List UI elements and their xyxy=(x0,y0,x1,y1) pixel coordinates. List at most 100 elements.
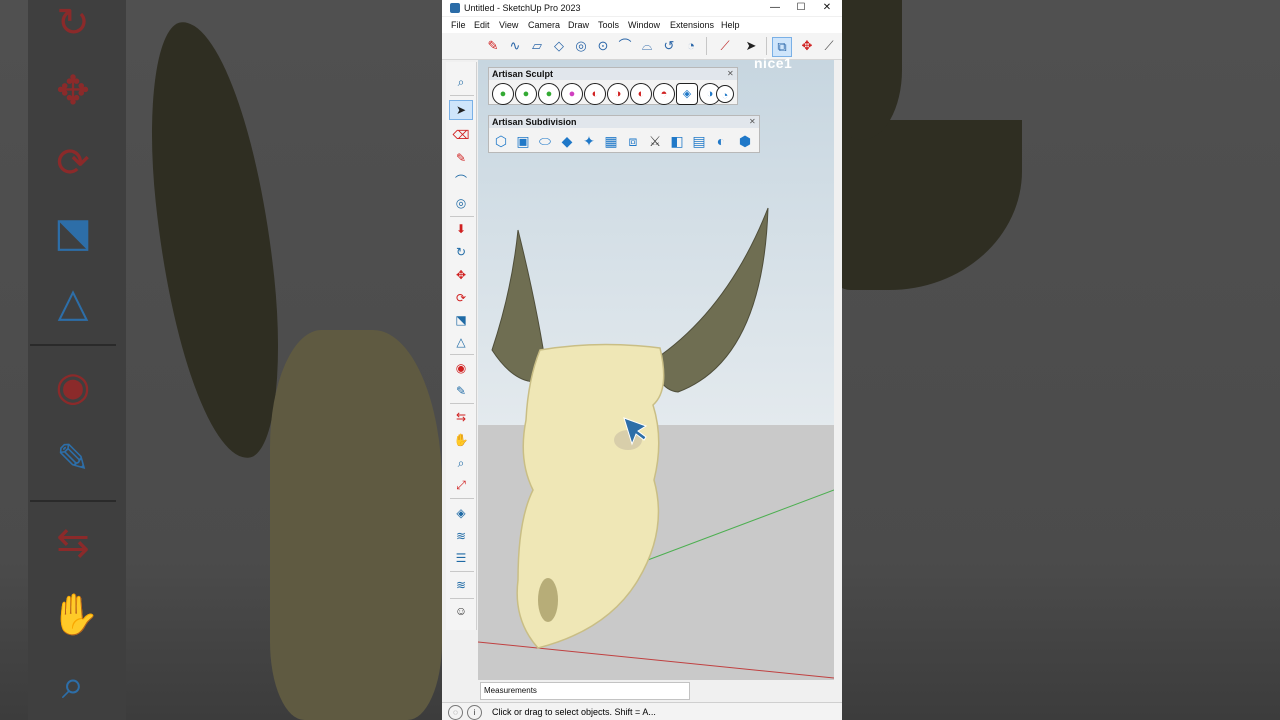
select-icon[interactable]: ➤ xyxy=(449,100,473,120)
extension-warehouse-icon[interactable]: ≋ xyxy=(450,527,472,545)
follow-me-icon[interactable]: ↻ xyxy=(450,243,472,261)
horn-right xyxy=(653,207,769,393)
subdivide-icon[interactable]: ⬡ xyxy=(491,131,511,151)
circle-icon[interactable]: ◎ xyxy=(572,37,590,55)
pie-icon[interactable]: ◔ xyxy=(682,37,700,55)
paint-bucket-icon[interactable]: ✎ xyxy=(450,382,472,400)
info-icon[interactable]: i xyxy=(467,705,482,720)
bg-horn-left xyxy=(137,15,293,465)
freehand-icon[interactable]: ∿ xyxy=(506,37,524,55)
nasal-cavity xyxy=(538,578,558,622)
toolbar-separator xyxy=(766,37,767,55)
sculpt-select-icon[interactable]: ◈ xyxy=(676,83,698,105)
measurements-box[interactable]: Measurements xyxy=(480,682,690,700)
menu-edit[interactable]: Edit xyxy=(474,17,490,33)
artisan-subdivision-title: Artisan Subdivision xyxy=(489,116,759,128)
subdivision-settings-icon[interactable]: ⬢ xyxy=(735,131,755,151)
rectangle-icon[interactable]: ▱ xyxy=(528,37,546,55)
grid-icon[interactable]: ⧈ xyxy=(623,131,643,151)
bg-scale-icon: ⬔ xyxy=(54,211,92,255)
knife-subdivide-icon[interactable]: ✦ xyxy=(579,131,599,151)
menu-extensions[interactable]: Extensions xyxy=(670,17,714,33)
select-tool-icon[interactable]: ➤ xyxy=(742,37,760,55)
warehouse-icon[interactable]: ◈ xyxy=(450,504,472,522)
line-icon[interactable]: ✎ xyxy=(450,149,472,167)
zoom-extents-icon[interactable]: ⤢ xyxy=(450,476,472,494)
sculpt-pinch-icon[interactable]: ● xyxy=(561,83,583,105)
extension-manager-icon[interactable]: ≋ xyxy=(450,576,472,594)
tape-measure-tool-icon[interactable]: ◉ xyxy=(450,359,472,377)
two-point-arc-icon[interactable]: ⌓ xyxy=(638,37,656,55)
menu-help[interactable]: Help xyxy=(721,17,740,33)
menu-draw[interactable]: Draw xyxy=(568,17,589,33)
menu-file[interactable]: File xyxy=(451,17,466,33)
geolocation-icon[interactable]: ◌ xyxy=(448,705,463,720)
sculpt-smooth-icon[interactable]: ● xyxy=(538,83,560,105)
toolbar-separator xyxy=(450,216,474,217)
artisan-sculpt-close-icon[interactable]: ✕ xyxy=(727,68,734,80)
three-point-arc-icon[interactable]: ↺ xyxy=(660,37,678,55)
pencil-icon[interactable]: ✎ xyxy=(484,37,502,55)
component-icon[interactable]: ⧉ xyxy=(772,37,792,57)
close-button[interactable]: ✕ xyxy=(814,0,840,16)
minimize-button[interactable]: — xyxy=(762,0,788,16)
orbit-icon[interactable]: ⇆ xyxy=(450,408,472,426)
pan-icon[interactable]: ✋ xyxy=(450,431,472,449)
scale-icon[interactable]: ⬔ xyxy=(450,311,472,329)
background-left: ↻ ✥ ⟳ ⬔ △ ◉ ✎ ⇆ ✋ ⌕ xyxy=(0,0,442,720)
rotated-rectangle-icon[interactable]: ◇ xyxy=(550,37,568,55)
toolbar-separator xyxy=(450,354,474,355)
tape-measure-icon[interactable]: ⟋ xyxy=(820,37,838,55)
bg-zoom-icon: ⌕ xyxy=(61,663,85,707)
move-tool-icon[interactable]: ✥ xyxy=(450,266,472,284)
menu-camera[interactable]: Camera xyxy=(528,17,560,33)
shape-tool-icon[interactable]: ◎ xyxy=(450,194,472,212)
rotate-icon[interactable]: ⟳ xyxy=(450,289,472,307)
curve-tool-icon[interactable]: ⟋ xyxy=(716,37,734,55)
extrude-icon[interactable]: ◧ xyxy=(667,131,687,151)
artisan-subdivision-close-icon[interactable]: ✕ xyxy=(749,116,756,128)
toolbar-separator xyxy=(450,95,474,96)
sculpt-subtract-icon[interactable]: ● xyxy=(515,83,537,105)
eraser-icon[interactable]: ⌫ xyxy=(450,126,472,144)
sketchup-window: Untitled - SketchUp Pro 2023 — ☐ ✕ File … xyxy=(442,0,842,720)
polygon-icon[interactable]: ⊙ xyxy=(594,37,612,55)
subdivide-cube-icon[interactable]: ▣ xyxy=(513,131,533,151)
mirror-icon[interactable]: ◐ xyxy=(711,131,731,151)
layers-icon[interactable]: ☰ xyxy=(450,549,472,567)
sculpt-relax-icon[interactable]: ◐ xyxy=(630,83,652,105)
account-icon[interactable]: ☺ xyxy=(450,602,472,620)
sculpt-flatten-icon[interactable]: ◐ xyxy=(584,83,606,105)
toolbar-separator xyxy=(706,37,707,55)
sculpt-inflate-icon[interactable]: ◑ xyxy=(607,83,629,105)
subdivide-smooth-icon[interactable]: ⬭ xyxy=(535,131,555,151)
select-loop-icon[interactable]: ▤ xyxy=(689,131,709,151)
menu-window[interactable]: Window xyxy=(628,17,660,33)
search-icon[interactable]: ⌕ xyxy=(450,73,472,91)
toolbar-separator xyxy=(450,598,474,599)
arc-icon[interactable]: ⌒ xyxy=(616,37,634,55)
sculpt-add-icon[interactable]: ● xyxy=(492,83,514,105)
bg-move-icon: ✥ xyxy=(56,69,90,113)
push-pull-icon[interactable]: ⬇ xyxy=(450,220,472,238)
window-title: Untitled - SketchUp Pro 2023 xyxy=(464,3,581,13)
artisan-sculpt-title: Artisan Sculpt xyxy=(489,68,737,80)
arc-tool-icon[interactable]: ⌒ xyxy=(450,172,472,190)
maximize-button[interactable]: ☐ xyxy=(788,0,814,16)
quad-icon[interactable]: ▦ xyxy=(601,131,621,151)
knife-icon[interactable]: ⚔ xyxy=(645,131,665,151)
sculpt-settings-icon[interactable]: ◔ xyxy=(716,85,734,103)
offset-icon[interactable]: △ xyxy=(450,333,472,351)
move-icon[interactable]: ✥ xyxy=(798,37,816,55)
bg-rotate-icon: ⟳ xyxy=(56,141,90,185)
background-right xyxy=(842,0,1280,720)
toolbar-separator xyxy=(450,498,474,499)
model-viewport[interactable] xyxy=(478,60,834,680)
menu-view[interactable]: View xyxy=(499,17,518,33)
bg-skull-left xyxy=(270,330,442,720)
zoom-icon[interactable]: ⌕ xyxy=(450,454,472,472)
crease-icon[interactable]: ◆ xyxy=(557,131,577,151)
menu-tools[interactable]: Tools xyxy=(598,17,619,33)
sculpt-tube-icon[interactable]: ◓ xyxy=(653,83,675,105)
bg-paint-icon: ↻ xyxy=(56,1,90,45)
